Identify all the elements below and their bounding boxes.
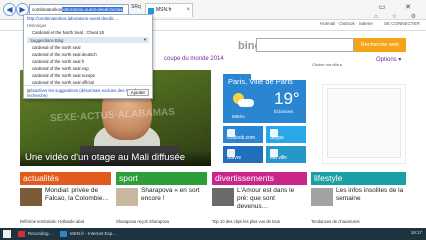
toolbar-icons[interactable]: ⌂ ☆ ⚙: [374, 13, 422, 20]
hero-caption[interactable]: Une vidéo d'un otage au Mali diffusée: [25, 152, 185, 163]
history-heading: Historique: [27, 23, 47, 28]
weather-city[interactable]: Paris, Ville de Paris: [228, 77, 293, 86]
sport-thumbnail[interactable]: [116, 188, 138, 206]
address-autocomplete: http://combinatorikos.laboratorio-ouest-…: [23, 14, 153, 99]
tile-label: Skype: [270, 135, 284, 141]
suggestions-heading: Suggestions Bing ▾: [27, 37, 149, 43]
suggestions-label: Suggestions Bing: [30, 37, 64, 43]
url-selected: laboratorio.ouest-deedictomas: [62, 7, 123, 12]
collapse-icon[interactable]: ▾: [144, 37, 146, 43]
suggestion-item[interactable]: cardenal of the north seal: [24, 44, 152, 51]
suggestion-item[interactable]: cardenal of the north seal fr: [24, 58, 152, 65]
entertainment-thumbnail[interactable]: [212, 188, 234, 206]
taskbar-item-recording[interactable]: Recording…: [16, 229, 53, 239]
options-link[interactable]: Options ▾: [376, 56, 401, 63]
tile-follow[interactable]: Suivre: [223, 146, 263, 163]
taskbar-label: Recording…: [28, 231, 54, 236]
weather-temp: 19°: [274, 89, 300, 108]
taskbar-label: MSN.fr - Internet Exp…: [70, 231, 117, 236]
sport-headline[interactable]: Sharapova « en sort encore !: [141, 187, 207, 203]
add-button[interactable]: Ajouter: [126, 88, 149, 96]
taskbar: Recording… MSN.fr - Internet Exp… 19:17: [0, 228, 426, 240]
choose-city-link[interactable]: Choisir ma ville ▸: [312, 62, 342, 67]
sport-bullet[interactable]: Sharapova reçoit Sharapova: [116, 219, 169, 224]
tile-label: Suivre: [227, 155, 242, 161]
lifestyle-headline[interactable]: Les infos insolites de la semaine: [336, 187, 406, 203]
lifestyle-bullet[interactable]: Tendances de chaussures: [311, 219, 360, 224]
section-sport[interactable]: sport: [116, 172, 207, 185]
weather-label: Météo: [232, 114, 245, 119]
recording-icon: [18, 231, 25, 237]
ie-icon: [60, 231, 67, 237]
dropdown-open-row: http://combinatorikos.laboratorio-ouest-…: [24, 15, 152, 22]
tile-outlook[interactable]: Outlook.com: [223, 126, 263, 143]
section-lifestyle[interactable]: lifestyle: [311, 172, 406, 185]
news-headline[interactable]: Mondial: privée de Falcao, la Colombie…: [45, 187, 111, 203]
suggestion-item[interactable]: cardenal of the north seal esp: [24, 65, 152, 72]
news-thumbnail[interactable]: [20, 188, 42, 206]
clock: 19:17: [410, 230, 422, 235]
start-icon[interactable]: [3, 230, 11, 238]
history-item[interactable]: Cardenal et the North Seal : Cheat 18: [24, 29, 152, 36]
url-prefix: combinatorikos: [32, 7, 63, 12]
tile-city[interactable]: Ma ville: [266, 146, 306, 163]
ad-placeholder[interactable]: [327, 88, 401, 158]
next-arrow-icon[interactable]: ›: [205, 128, 207, 135]
suggestion-item[interactable]: cardenal of the north seal europe: [24, 72, 152, 79]
search-input[interactable]: [256, 38, 354, 52]
bing-engine-icon[interactable]: b: [27, 89, 30, 95]
tile-skype[interactable]: Skype: [266, 126, 306, 143]
tile-label: Outlook.com: [227, 135, 256, 141]
cloud-icon: [238, 99, 254, 107]
window-controls[interactable]: ▭ ✕: [379, 3, 420, 11]
back-icon[interactable]: ◀: [3, 3, 16, 16]
header-links[interactable]: Hotmail · Outlook · Salerie: [320, 21, 373, 26]
tab-title: MSN.fr: [156, 7, 172, 13]
weather-tile[interactable]: 19° Éclaircies Météo: [223, 80, 306, 123]
entertainment-bullet[interactable]: Top 10 des clips les plus vus de tous: [212, 219, 280, 224]
news-bullet[interactable]: Réforme territoriale: Hollande abat: [20, 219, 84, 224]
section-actualites[interactable]: actualités: [20, 172, 111, 185]
lifestyle-thumbnail[interactable]: [311, 188, 333, 206]
open-url-link[interactable]: http://combinatorikos.laboratorio-ouest-…: [27, 16, 118, 21]
dropdown-footer: b Ajouter: [24, 85, 152, 98]
suggestion-item[interactable]: cardenal of the north seal deutsch: [24, 51, 152, 58]
tab-close-icon[interactable]: ×: [186, 4, 190, 17]
weather-condition: Éclaircies: [274, 109, 294, 114]
nav-item-coupe-du-monde[interactable]: coupe du monde 2014: [164, 56, 224, 62]
entertainment-headline[interactable]: L'Amour est dans le pré: que sont devenu…: [237, 187, 307, 211]
address-go-button[interactable]: SRq: [131, 4, 141, 10]
tile-label: Ma ville: [270, 155, 287, 161]
section-divertissements[interactable]: divertissements: [212, 172, 307, 185]
search-web-button[interactable]: Recherche web: [354, 38, 406, 52]
taskbar-item-ie[interactable]: MSN.fr - Internet Exp…: [58, 229, 117, 239]
connect-link[interactable]: SE CONNECTER: [384, 21, 420, 26]
